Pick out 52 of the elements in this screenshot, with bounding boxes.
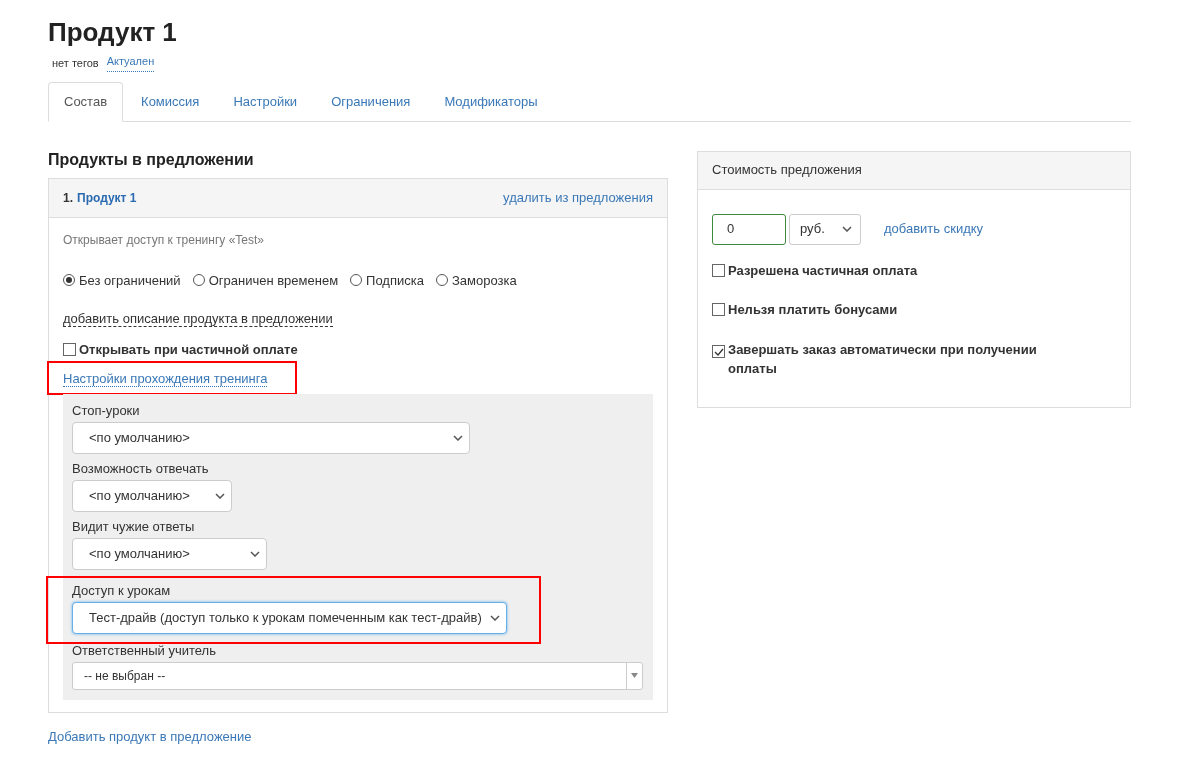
checkbox-label: Открывать при частичной оплате — [79, 341, 298, 359]
training-settings-link[interactable]: Настройки прохождения тренинга — [63, 370, 268, 387]
tags-text: нет тегов — [52, 56, 99, 71]
radio-label: Ограничен временем — [208, 271, 339, 290]
add-discount-link[interactable]: добавить скидку — [884, 219, 984, 239]
checkbox[interactable] — [712, 263, 725, 277]
panel-title: Стоимость предложения — [712, 161, 862, 180]
add-description-link[interactable]: добавить описание продукта в предложении — [63, 311, 333, 327]
radio-button[interactable] — [192, 274, 205, 287]
radio-button[interactable] — [350, 274, 363, 287]
tab[interactable]: Модификаторы — [428, 81, 554, 122]
access-text: Открывает доступ к тренингу «Test» — [63, 231, 265, 249]
product-number: 1. — [63, 189, 73, 207]
checkbox[interactable] — [63, 343, 76, 357]
chevron-down-icon — [842, 226, 852, 232]
combo-field[interactable]: -- не выбран -- — [72, 661, 643, 690]
field-label: Видит чужие ответы — [72, 517, 196, 536]
field-label: Доступ к урокам — [72, 581, 172, 600]
product-link[interactable]: Продукт 1 — [77, 188, 137, 207]
select-field[interactable]: Тест-драйв (доступ только к урокам помеченным как тест-драйв) — [72, 601, 507, 634]
checkbox-label: Разрешена частичная оплата — [728, 261, 919, 280]
field-label: Ответственный учитель — [72, 641, 217, 660]
tab[interactable]: Настройки — [217, 81, 314, 122]
field-label: Возможность отвечать — [72, 459, 210, 478]
chevron-down-icon — [215, 492, 225, 499]
radio-button[interactable] — [63, 274, 75, 287]
select-field[interactable]: <по умолчанию> — [72, 479, 232, 512]
amount-field[interactable]: 0 — [712, 213, 786, 245]
add-product-link[interactable]: Добавить продукт в предложение — [48, 726, 252, 746]
section-heading: Продукты в предложении — [48, 149, 255, 170]
page-title: Продукт 1 — [48, 16, 177, 48]
checkbox-label: Нельзя платить бонусами — [728, 301, 899, 319]
remove-link[interactable]: удалить из предложения — [503, 187, 653, 208]
checked-checkbox[interactable] — [712, 345, 725, 358]
select-field[interactable]: <по умолчанию> — [72, 537, 267, 570]
status-link[interactable]: Актуален — [106, 55, 155, 72]
currency-select[interactable]: руб. — [789, 213, 861, 245]
select-field[interactable]: <по умолчанию> — [72, 421, 470, 454]
radio-label: Подписка — [366, 271, 424, 290]
radio-button[interactable] — [435, 274, 448, 287]
chevron-down-icon — [453, 434, 463, 441]
tab[interactable]: Комиссия — [125, 81, 216, 122]
checkbox[interactable] — [712, 303, 725, 316]
tab[interactable]: Состав — [48, 81, 124, 122]
chevron-down-icon — [490, 614, 500, 621]
radio-label: Без ограничений — [79, 271, 181, 290]
tab[interactable]: Ограничения — [315, 81, 427, 122]
checkbox-label: Завершать заказ автоматически при получении оплаты — [728, 340, 1038, 378]
field-label: Стоп-уроки — [72, 401, 141, 420]
radio-label: Заморозка — [451, 271, 517, 290]
triangle-down-icon — [631, 673, 638, 678]
chevron-down-icon — [250, 550, 260, 557]
